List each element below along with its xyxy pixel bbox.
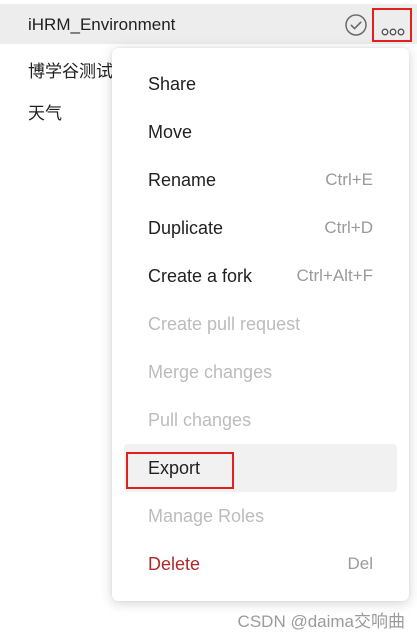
menu-item-shortcut: Ctrl+Alt+F [296, 266, 373, 285]
menu-item-label: Delete [148, 554, 201, 574]
menu-item-label: Merge changes [148, 362, 273, 382]
menu-item-create-fork[interactable]: Create a fork Ctrl+Alt+F [124, 252, 397, 300]
menu-item-move[interactable]: Move [124, 108, 397, 156]
menu-item-shortcut: Del [347, 554, 373, 573]
environment-label: iHRM_Environment [28, 15, 176, 34]
menu-item-pull-changes: Pull changes [124, 396, 397, 444]
menu-item-shortcut: Ctrl+D [324, 218, 373, 237]
menu-item-label: Duplicate [148, 218, 224, 238]
environment-row-ihrm[interactable]: iHRM_Environment [0, 4, 417, 44]
environment-label: 天气 [28, 104, 62, 123]
menu-item-share[interactable]: Share [124, 60, 397, 108]
menu-item-create-pull-request: Create pull request [124, 300, 397, 348]
menu-item-label: Rename [148, 170, 217, 190]
menu-item-label: Create pull request [148, 314, 301, 334]
menu-item-manage-roles: Manage Roles [124, 492, 397, 540]
watermark: CSDN @daima交响曲 [237, 612, 405, 631]
menu-item-delete[interactable]: Delete Del [124, 540, 397, 588]
menu-item-label: Pull changes [148, 410, 252, 430]
environment-context-menu: Share Move Rename Ctrl+E Duplicate Ctrl+… [112, 48, 409, 601]
menu-item-shortcut: Ctrl+E [325, 170, 373, 189]
export-annotation-box [126, 452, 234, 489]
menu-item-rename[interactable]: Rename Ctrl+E [124, 156, 397, 204]
menu-item-label: Manage Roles [148, 506, 265, 526]
more-actions-button[interactable] [372, 8, 412, 42]
menu-item-merge-changes: Merge changes [124, 348, 397, 396]
menu-item-label: Create a fork [148, 266, 253, 286]
more-horizontal-icon [381, 23, 405, 36]
menu-item-label: Share [148, 74, 197, 94]
menu-item-label: Move [148, 122, 193, 142]
menu-item-duplicate[interactable]: Duplicate Ctrl+D [124, 204, 397, 252]
environment-label: 博学谷测试 [28, 62, 113, 81]
check-circle-icon[interactable] [345, 14, 367, 36]
